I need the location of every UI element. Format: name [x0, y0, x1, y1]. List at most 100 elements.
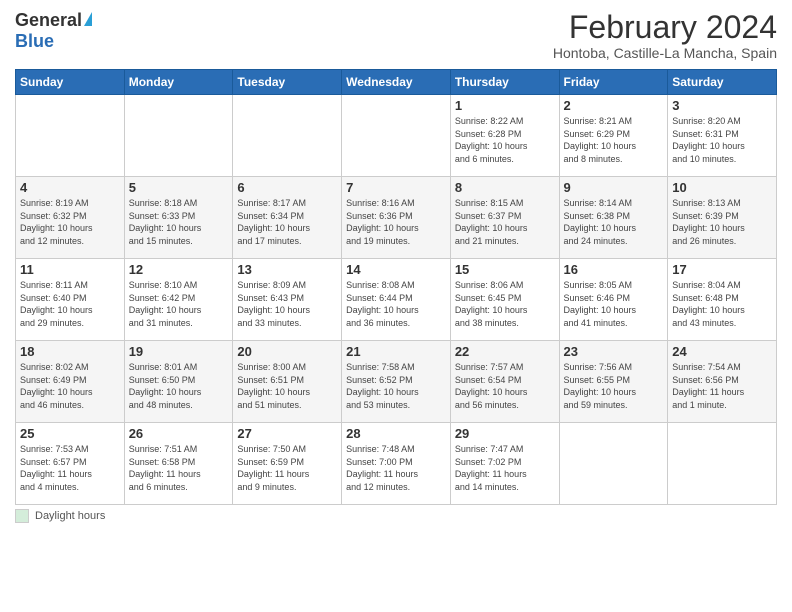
calendar-cell: 20 Sunrise: 8:00 AM Sunset: 6:51 PM Dayli…: [233, 341, 342, 423]
day-number: 28: [346, 426, 446, 441]
calendar-cell: 23 Sunrise: 7:56 AM Sunset: 6:55 PM Dayli…: [559, 341, 668, 423]
calendar-cell: 27 Sunrise: 7:50 AM Sunset: 6:59 PM Dayli…: [233, 423, 342, 505]
day-number: 14: [346, 262, 446, 277]
location-subtitle: Hontoba, Castille-La Mancha, Spain: [553, 45, 777, 61]
calendar-week-row: 4 Sunrise: 8:19 AM Sunset: 6:32 PM Daylig…: [16, 177, 777, 259]
logo-blue-text: Blue: [15, 31, 54, 52]
calendar-week-row: 25Sunrise: 7:53 AM Sunset: 6:57 PM Dayli…: [16, 423, 777, 505]
calendar-cell: 9 Sunrise: 8:14 AM Sunset: 6:38 PM Daylig…: [559, 177, 668, 259]
day-info: Sunrise: 7:58 AM Sunset: 6:52 PM Dayligh…: [346, 361, 446, 411]
day-number: 12: [129, 262, 229, 277]
day-number: 11: [20, 262, 120, 277]
legend-label: Daylight hours: [35, 510, 105, 522]
day-number: 9: [564, 180, 664, 195]
day-number: 13: [237, 262, 337, 277]
day-header-friday: Friday: [559, 70, 668, 95]
day-info: Sunrise: 8:04 AM Sunset: 6:48 PM Dayligh…: [672, 279, 772, 329]
day-info: Sunrise: 8:00 AM Sunset: 6:51 PM Dayligh…: [237, 361, 337, 411]
day-header-sunday: Sunday: [16, 70, 125, 95]
day-number: 3: [672, 98, 772, 113]
calendar-cell: 18Sunrise: 8:02 AM Sunset: 6:49 PM Dayli…: [16, 341, 125, 423]
day-number: 19: [129, 344, 229, 359]
day-info: Sunrise: 7:50 AM Sunset: 6:59 PM Dayligh…: [237, 443, 337, 493]
day-info: Sunrise: 8:05 AM Sunset: 6:46 PM Dayligh…: [564, 279, 664, 329]
day-number: 26: [129, 426, 229, 441]
legend: Daylight hours: [15, 509, 777, 523]
day-info: Sunrise: 8:14 AM Sunset: 6:38 PM Dayligh…: [564, 197, 664, 247]
day-number: 18: [20, 344, 120, 359]
legend-box: [15, 509, 29, 523]
calendar-table: SundayMondayTuesdayWednesdayThursdayFrid…: [15, 69, 777, 505]
calendar-cell: [668, 423, 777, 505]
day-info: Sunrise: 7:56 AM Sunset: 6:55 PM Dayligh…: [564, 361, 664, 411]
calendar-cell: [16, 95, 125, 177]
calendar-cell: 17Sunrise: 8:04 AM Sunset: 6:48 PM Dayli…: [668, 259, 777, 341]
day-number: 1: [455, 98, 555, 113]
day-info: Sunrise: 7:48 AM Sunset: 7:00 PM Dayligh…: [346, 443, 446, 493]
day-number: 16: [564, 262, 664, 277]
calendar-week-row: 1 Sunrise: 8:22 AM Sunset: 6:28 PM Daylig…: [16, 95, 777, 177]
calendar-cell: 16 Sunrise: 8:05 AM Sunset: 6:46 PM Dayli…: [559, 259, 668, 341]
calendar-cell: 10 Sunrise: 8:13 AM Sunset: 6:39 PM Dayli…: [668, 177, 777, 259]
day-info: Sunrise: 7:57 AM Sunset: 6:54 PM Dayligh…: [455, 361, 555, 411]
day-number: 5: [129, 180, 229, 195]
calendar-cell: [559, 423, 668, 505]
day-number: 21: [346, 344, 446, 359]
day-info: Sunrise: 7:53 AM Sunset: 6:57 PM Dayligh…: [20, 443, 120, 493]
calendar-cell: 24Sunrise: 7:54 AM Sunset: 6:56 PM Dayli…: [668, 341, 777, 423]
day-info: Sunrise: 7:51 AM Sunset: 6:58 PM Dayligh…: [129, 443, 229, 493]
day-header-thursday: Thursday: [450, 70, 559, 95]
calendar-cell: 3 Sunrise: 8:20 AM Sunset: 6:31 PM Daylig…: [668, 95, 777, 177]
day-info: Sunrise: 8:20 AM Sunset: 6:31 PM Dayligh…: [672, 115, 772, 165]
calendar-cell: 25Sunrise: 7:53 AM Sunset: 6:57 PM Dayli…: [16, 423, 125, 505]
calendar-cell: 22Sunrise: 7:57 AM Sunset: 6:54 PM Dayli…: [450, 341, 559, 423]
day-header-saturday: Saturday: [668, 70, 777, 95]
day-header-monday: Monday: [124, 70, 233, 95]
day-info: Sunrise: 8:06 AM Sunset: 6:45 PM Dayligh…: [455, 279, 555, 329]
logo-general-text: General: [15, 10, 82, 31]
calendar-cell: 4 Sunrise: 8:19 AM Sunset: 6:32 PM Daylig…: [16, 177, 125, 259]
calendar-cell: [124, 95, 233, 177]
day-info: Sunrise: 8:01 AM Sunset: 6:50 PM Dayligh…: [129, 361, 229, 411]
calendar-cell: 21 Sunrise: 7:58 AM Sunset: 6:52 PM Dayli…: [342, 341, 451, 423]
day-info: Sunrise: 8:15 AM Sunset: 6:37 PM Dayligh…: [455, 197, 555, 247]
day-number: 7: [346, 180, 446, 195]
logo: General Blue: [15, 10, 92, 52]
day-info: Sunrise: 8:09 AM Sunset: 6:43 PM Dayligh…: [237, 279, 337, 329]
calendar-cell: 28 Sunrise: 7:48 AM Sunset: 7:00 PM Dayli…: [342, 423, 451, 505]
day-info: Sunrise: 8:19 AM Sunset: 6:32 PM Dayligh…: [20, 197, 120, 247]
calendar-cell: [233, 95, 342, 177]
calendar-cell: 12Sunrise: 8:10 AM Sunset: 6:42 PM Dayli…: [124, 259, 233, 341]
day-info: Sunrise: 8:17 AM Sunset: 6:34 PM Dayligh…: [237, 197, 337, 247]
day-header-wednesday: Wednesday: [342, 70, 451, 95]
calendar-cell: 6Sunrise: 8:17 AM Sunset: 6:34 PM Daylig…: [233, 177, 342, 259]
day-number: 4: [20, 180, 120, 195]
day-info: Sunrise: 8:22 AM Sunset: 6:28 PM Dayligh…: [455, 115, 555, 165]
day-info: Sunrise: 8:11 AM Sunset: 6:40 PM Dayligh…: [20, 279, 120, 329]
calendar-cell: [342, 95, 451, 177]
logo-triangle-icon: [84, 12, 92, 26]
day-number: 20: [237, 344, 337, 359]
calendar-cell: 13 Sunrise: 8:09 AM Sunset: 6:43 PM Dayli…: [233, 259, 342, 341]
day-number: 27: [237, 426, 337, 441]
calendar-week-row: 18Sunrise: 8:02 AM Sunset: 6:49 PM Dayli…: [16, 341, 777, 423]
calendar-cell: 2 Sunrise: 8:21 AM Sunset: 6:29 PM Daylig…: [559, 95, 668, 177]
calendar-cell: 14 Sunrise: 8:08 AM Sunset: 6:44 PM Dayli…: [342, 259, 451, 341]
day-number: 2: [564, 98, 664, 113]
day-info: Sunrise: 8:21 AM Sunset: 6:29 PM Dayligh…: [564, 115, 664, 165]
calendar-cell: 5 Sunrise: 8:18 AM Sunset: 6:33 PM Daylig…: [124, 177, 233, 259]
day-number: 15: [455, 262, 555, 277]
calendar-cell: 29Sunrise: 7:47 AM Sunset: 7:02 PM Dayli…: [450, 423, 559, 505]
day-info: Sunrise: 8:08 AM Sunset: 6:44 PM Dayligh…: [346, 279, 446, 329]
day-info: Sunrise: 8:13 AM Sunset: 6:39 PM Dayligh…: [672, 197, 772, 247]
day-number: 8: [455, 180, 555, 195]
calendar-cell: 8 Sunrise: 8:15 AM Sunset: 6:37 PM Daylig…: [450, 177, 559, 259]
day-header-tuesday: Tuesday: [233, 70, 342, 95]
page-header: General Blue February 2024 Hontoba, Cast…: [15, 10, 777, 61]
calendar-week-row: 11 Sunrise: 8:11 AM Sunset: 6:40 PM Dayli…: [16, 259, 777, 341]
day-number: 23: [564, 344, 664, 359]
day-number: 10: [672, 180, 772, 195]
day-info: Sunrise: 8:16 AM Sunset: 6:36 PM Dayligh…: [346, 197, 446, 247]
day-info: Sunrise: 7:47 AM Sunset: 7:02 PM Dayligh…: [455, 443, 555, 493]
day-info: Sunrise: 8:18 AM Sunset: 6:33 PM Dayligh…: [129, 197, 229, 247]
